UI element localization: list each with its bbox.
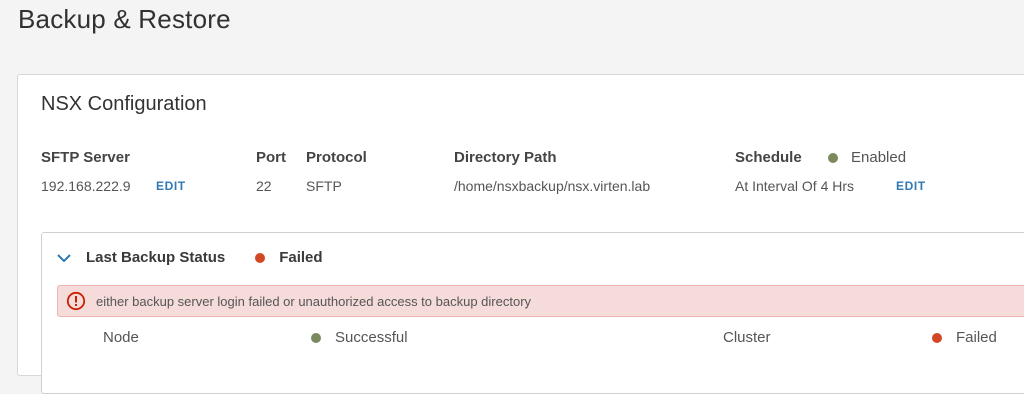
- card-title: NSX Configuration: [41, 93, 207, 115]
- last-backup-status-panel: Last Backup Status Failed either backup …: [41, 232, 1024, 394]
- enabled-status-dot: [828, 152, 838, 163]
- edit-sftp-server-link[interactable]: EDIT: [156, 179, 186, 193]
- directory-path-value: /home/nsxbackup/nsx.virten.lab: [454, 178, 651, 194]
- port-value: 22: [256, 178, 272, 194]
- edit-schedule-link[interactable]: EDIT: [896, 179, 926, 193]
- node-status: Successful: [311, 329, 408, 346]
- node-status-text: Successful: [335, 329, 408, 346]
- node-status-dot: [311, 332, 321, 343]
- failed-status-dot: [255, 252, 266, 263]
- chevron-down-icon[interactable]: [56, 250, 72, 266]
- cluster-status: Failed: [932, 329, 997, 346]
- port-header: Port: [256, 149, 286, 166]
- last-backup-status-text: Failed: [279, 249, 323, 266]
- last-backup-status-value: Failed: [255, 249, 323, 266]
- sftp-server-header: SFTP Server: [41, 149, 130, 166]
- cluster-status-text: Failed: [956, 329, 997, 346]
- last-backup-status-label: Last Backup Status: [86, 249, 226, 266]
- schedule-status-label: Enabled: [851, 149, 907, 166]
- cluster-label: Cluster: [723, 329, 771, 346]
- page-title: Backup & Restore: [18, 4, 231, 34]
- sftp-server-value: 192.168.222.9: [41, 178, 131, 194]
- schedule-status: Enabled: [828, 149, 906, 166]
- nsx-configuration-card: NSX Configuration SFTP Server 192.168.22…: [17, 74, 1024, 394]
- schedule-header: Schedule: [735, 149, 802, 166]
- error-circle-icon: [66, 291, 86, 311]
- node-label: Node: [103, 329, 139, 346]
- protocol-header: Protocol: [306, 149, 367, 166]
- directory-path-header: Directory Path: [454, 149, 557, 166]
- error-alert: either backup server login failed or una…: [57, 285, 1024, 317]
- last-backup-status-header[interactable]: Last Backup Status Failed: [56, 249, 323, 266]
- cluster-status-dot: [932, 332, 942, 343]
- error-alert-message: either backup server login failed or una…: [96, 293, 532, 309]
- protocol-value: SFTP: [306, 178, 342, 194]
- schedule-value: At Interval Of 4 Hrs: [735, 178, 855, 194]
